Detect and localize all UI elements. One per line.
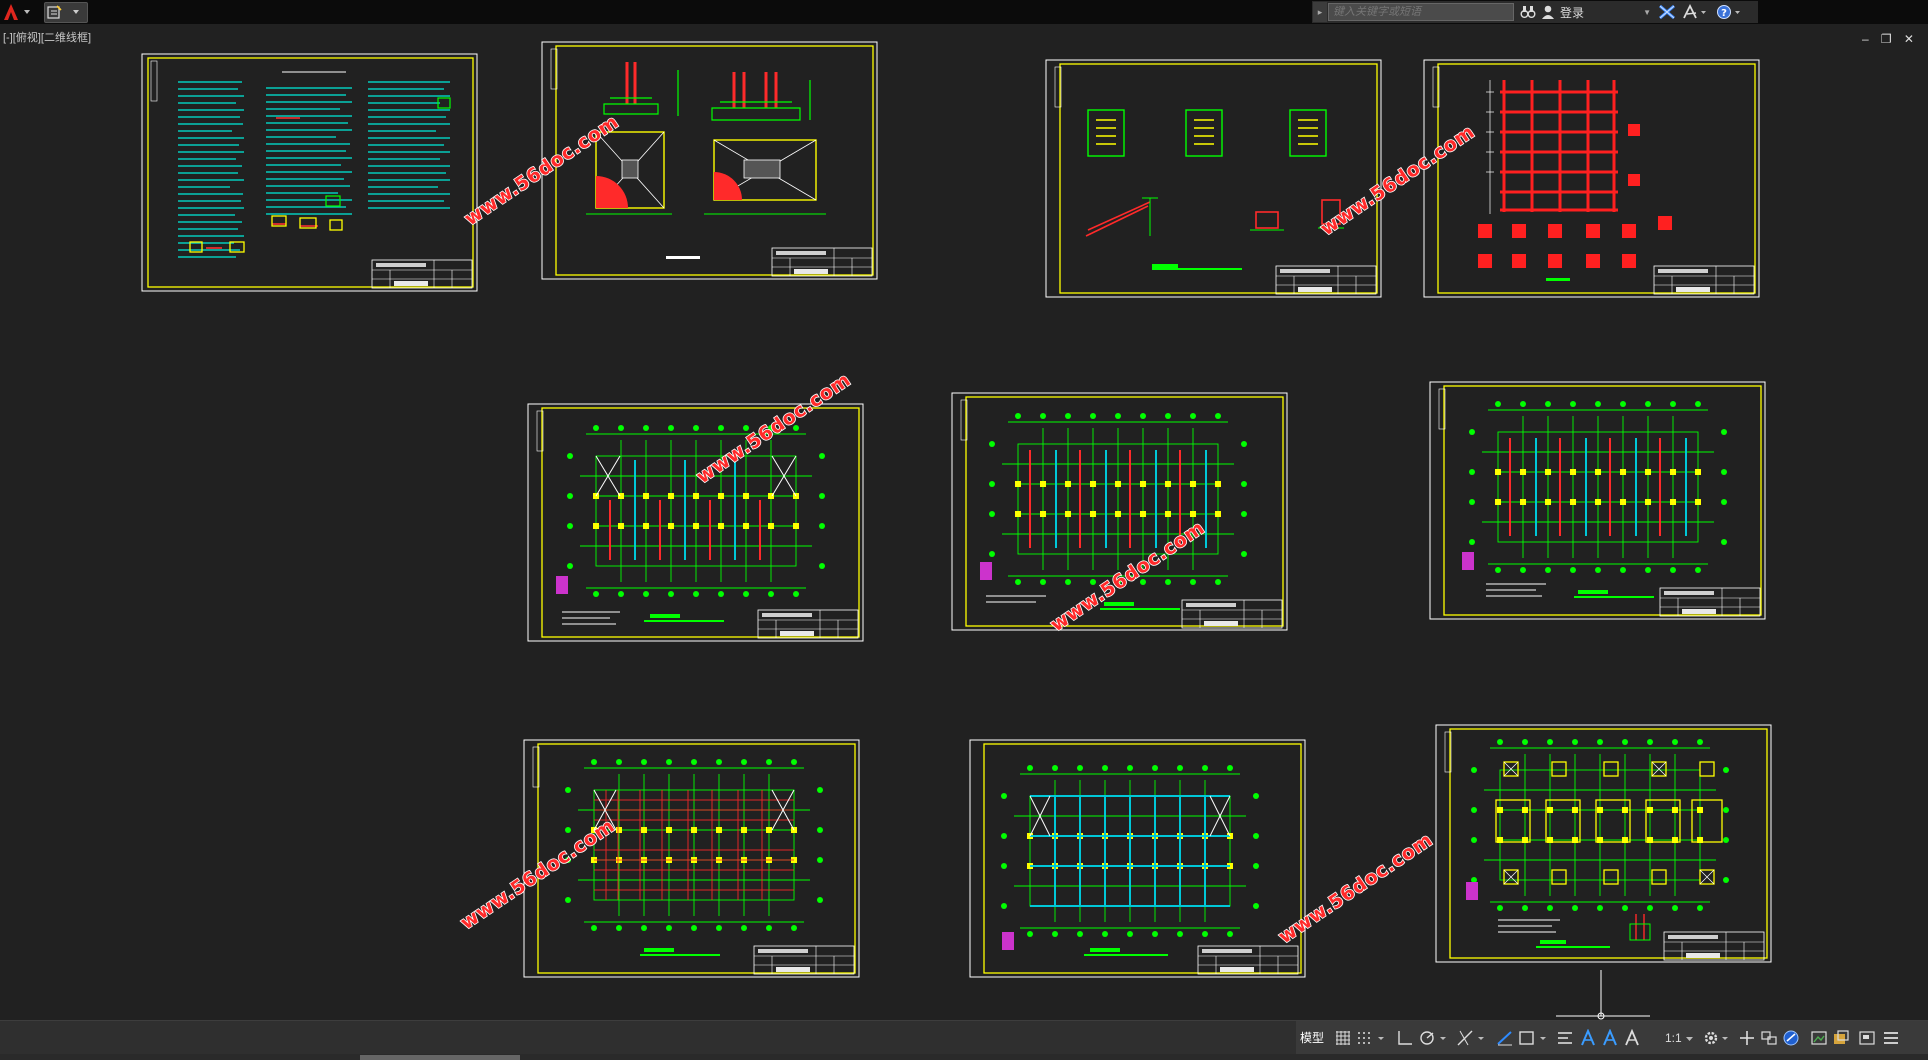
login-label: 登录 [1560,5,1585,20]
drawing-sheet-general-notes[interactable] [141,53,478,292]
drawing-sheet-floor-plan-3[interactable] [1429,381,1766,620]
quick-access-icon [47,5,79,19]
add-icon[interactable] [1738,1029,1756,1047]
status-bar: 模型 1:1 [0,1020,1928,1055]
exchange-icon[interactable] [1658,4,1676,20]
user-icon [1542,5,1554,19]
watermark-6: www.56doc.com [1274,829,1436,948]
fullscreen-icon[interactable] [1858,1029,1876,1047]
drawing-sheet-column-reinforcement[interactable] [1423,59,1760,298]
svg-text:?: ? [1721,8,1727,19]
lineweight-icon[interactable] [1496,1029,1514,1047]
scrollbar-thumb[interactable] [360,1055,520,1060]
watermark-3: www.56doc.com [692,369,854,488]
ortho-icon[interactable] [1396,1029,1414,1047]
autocad-logo-icon [4,4,30,20]
search-expand-button[interactable]: ▸ [1313,2,1327,22]
drawing-sheet-foundation-beam-plan[interactable] [969,739,1306,978]
quick-access-toolbar[interactable] [44,2,88,23]
model-space-button[interactable]: 模型 [1300,1028,1324,1048]
infocenter-bar: ▸ 登录 ▼ ? [1312,1,1758,23]
watermark-4: www.56doc.com [1046,517,1208,636]
chevron-down-icon: ▼ [1643,8,1651,17]
ucs-icon [1556,970,1650,1020]
drawing-sheet-floor-plan-1[interactable] [527,403,864,642]
properties-icon[interactable] [1556,1029,1574,1047]
watermark-2: www.56doc.com [1316,121,1478,240]
application-menu-button[interactable] [2,2,36,22]
polar-icon[interactable] [1418,1029,1450,1047]
workspace-gear-icon[interactable] [1702,1029,1732,1047]
snap-icon[interactable] [1356,1029,1388,1047]
login-button[interactable]: 登录 ▼ [1540,1,1655,23]
drawing-sheet-foundation-plan[interactable] [1435,724,1772,963]
horizontal-scrollbar[interactable] [0,1054,1928,1060]
status-toolbar: 模型 1:1 [1296,1021,1928,1055]
annotation-visibility-icon[interactable] [1580,1029,1598,1047]
title-bar: ▸ 登录 ▼ ? [0,0,1928,24]
search-input[interactable] [1328,3,1514,21]
isolate-objects-icon[interactable] [1760,1029,1778,1047]
customize-icon[interactable] [1882,1029,1900,1047]
quick-view-icon[interactable] [1832,1029,1850,1047]
annotation-scale[interactable]: 1:1 [1665,1028,1682,1048]
clean-screen-icon[interactable] [1810,1029,1828,1047]
selection-cycling-icon[interactable] [1518,1029,1550,1047]
osnap-icon[interactable] [1456,1029,1488,1047]
search-binoculars-icon[interactable] [1520,4,1536,20]
chevron-down-icon[interactable] [1684,1029,1696,1047]
grid-icon[interactable] [1334,1029,1352,1047]
hardware-acceleration-icon[interactable] [1782,1029,1800,1047]
drawing-sheet-foundation-details[interactable] [541,41,878,280]
auto-scale-icon[interactable] [1602,1029,1620,1047]
help-icon[interactable]: ? [1716,4,1742,20]
annotation-icon[interactable] [1624,1029,1642,1047]
drawing-canvas[interactable]: www.56doc.com www.56doc.com www.56doc.co… [0,24,1928,1020]
a360-icon[interactable] [1682,4,1708,20]
drawing-sheet-stair-details[interactable] [1045,59,1382,298]
